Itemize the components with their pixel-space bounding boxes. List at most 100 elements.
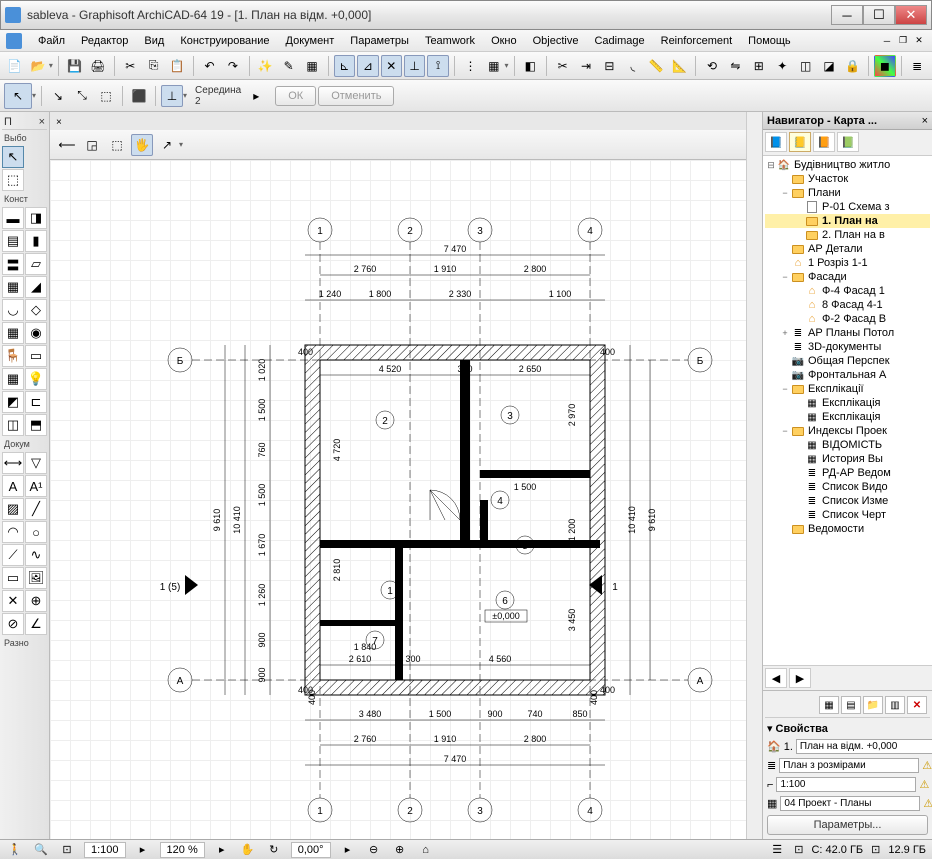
angle-dim-tool[interactable]: ∠ <box>25 613 47 635</box>
props-collapse-icon[interactable]: ▾ <box>767 722 773 735</box>
prop-scale-input[interactable] <box>776 777 916 792</box>
sb-pan-icon[interactable]: ✋ <box>239 842 257 858</box>
tree-item[interactable]: −Фасади <box>765 270 930 284</box>
fill-tool[interactable]: ▨ <box>2 498 24 520</box>
prop-1-icon[interactable]: ▦ <box>819 696 839 714</box>
tree-item[interactable]: ▦ВІДОМІСТЬ <box>765 438 930 452</box>
prop-delete-icon[interactable]: ✕ <box>907 696 927 714</box>
sb-zoom-icon[interactable]: 🔍 <box>32 842 50 858</box>
status-zoom[interactable]: 120 % <box>160 842 205 858</box>
snap-opt-icon[interactable]: ⋮ <box>460 55 481 77</box>
ok-button[interactable]: ОК <box>275 86 316 106</box>
prop-name-input[interactable] <box>796 739 932 754</box>
arrow-mode-icon[interactable]: ↖ <box>4 83 32 109</box>
beam-tool[interactable]: 〓 <box>2 253 24 275</box>
text-tool[interactable]: A <box>2 475 24 497</box>
figure-tool[interactable]: 🖼 <box>25 567 47 589</box>
print-icon[interactable]: 🖨 <box>87 55 108 77</box>
navigator-tree[interactable]: ⊟🏠 Будівництво житло Участок−ПланиР-01 С… <box>763 156 932 665</box>
door-tool[interactable]: ◨ <box>25 207 47 229</box>
dimension-tool[interactable]: ⟷ <box>2 452 24 474</box>
menu-cadimage[interactable]: Cadimage <box>586 32 652 50</box>
menu-objective[interactable]: Objective <box>525 32 587 50</box>
tree-item[interactable]: ▦Експлікація <box>765 396 930 410</box>
tree-left-icon[interactable]: ◀ <box>765 668 787 688</box>
geom-2-icon[interactable]: ⤡ <box>71 85 93 107</box>
curtain-tool[interactable]: ▦ <box>2 322 24 344</box>
color-icon[interactable]: ◼ <box>874 55 895 77</box>
tree-item[interactable]: АР Детали <box>765 242 930 256</box>
ungroup-icon[interactable]: ◪ <box>818 55 839 77</box>
open-icon[interactable]: 📂 <box>27 55 48 77</box>
sb-fit-icon[interactable]: ⊡ <box>58 842 76 858</box>
vb-5-icon[interactable]: ↗ <box>156 134 178 156</box>
sb-home-icon[interactable]: ⌂ <box>417 842 435 858</box>
tree-item[interactable]: −Индексы Проек <box>765 424 930 438</box>
fillet-icon[interactable]: ◟ <box>622 55 643 77</box>
explode-icon[interactable]: ✦ <box>772 55 793 77</box>
rotate-icon[interactable]: ⟲ <box>701 55 722 77</box>
snap-5-icon[interactable]: ⟟ <box>427 55 448 77</box>
dock-close-icon[interactable]: × <box>39 116 45 128</box>
tree-item[interactable]: ⌂Ф-4 Фасад 1 <box>765 284 930 298</box>
zone-tool[interactable]: ▭ <box>25 345 47 367</box>
construct-mode-icon[interactable]: ⊥ <box>161 85 183 107</box>
snap-3-icon[interactable]: ✕ <box>381 55 402 77</box>
line-tool[interactable]: ╱ <box>25 498 47 520</box>
hotspot-tool[interactable]: ✕ <box>2 590 24 612</box>
prop-4-icon[interactable]: ▥ <box>885 696 905 714</box>
save-icon[interactable]: 💾 <box>64 55 85 77</box>
cut-icon[interactable]: ✂ <box>120 55 141 77</box>
canvas[interactable]: 1 2 3 4 1 2 3 4 Б Б <box>50 160 746 839</box>
tree-item[interactable]: ⌂8 Фасад 4-1 <box>765 298 930 312</box>
snap-2-icon[interactable]: ⊿ <box>357 55 378 77</box>
menu-construct[interactable]: Конструирование <box>172 32 277 50</box>
trim-icon[interactable]: ✂ <box>552 55 573 77</box>
status-scale[interactable]: 1:100 <box>84 842 126 858</box>
nav-publisher-icon[interactable]: 📗 <box>837 132 859 152</box>
grid-tool[interactable]: ⊕ <box>25 590 47 612</box>
vertical-scrollbar[interactable] <box>746 112 762 839</box>
tree-item[interactable]: +≣АР Планы Потол <box>765 326 930 340</box>
menu-window[interactable]: Окно <box>483 32 525 50</box>
arc-tool[interactable]: ◠ <box>2 521 24 543</box>
tree-item[interactable]: ≣Список Изме <box>765 494 930 508</box>
wall-tool[interactable]: ▬ <box>2 207 24 229</box>
new-icon[interactable]: 📄 <box>4 55 25 77</box>
column-tool[interactable]: ▮ <box>25 230 47 252</box>
nav-layouts-icon[interactable]: 📙 <box>813 132 835 152</box>
tree-item[interactable]: ▦История Вы <box>765 452 930 466</box>
tree-item[interactable]: 📷Фронтальная А <box>765 368 930 382</box>
polyline-tool[interactable]: ⟋ <box>2 544 24 566</box>
label-tool[interactable]: A¹ <box>25 475 47 497</box>
marquee-icon[interactable]: ⬛ <box>128 85 150 107</box>
skylight-tool[interactable]: ◇ <box>25 299 47 321</box>
mirror-icon[interactable]: ⇋ <box>725 55 746 77</box>
menu-editor[interactable]: Редактор <box>73 32 136 50</box>
tree-item[interactable]: ⌂1 Розріз 1-1 <box>765 256 930 270</box>
tree-item[interactable]: ▦Експлікація <box>765 410 930 424</box>
undo-icon[interactable]: ↶ <box>199 55 220 77</box>
tree-item[interactable]: Участок <box>765 172 930 186</box>
drawing-tool[interactable]: ▭ <box>2 567 24 589</box>
redo-icon[interactable]: ↷ <box>222 55 243 77</box>
sb-task-icon[interactable]: ☰ <box>768 842 786 858</box>
copy-icon[interactable]: ⎘ <box>143 55 164 77</box>
mdi-restore[interactable]: ❐ <box>896 34 910 48</box>
elevation-tool[interactable]: ⬒ <box>25 414 47 436</box>
grid-snap-icon[interactable]: ▦ <box>483 55 504 77</box>
status-angle[interactable]: 0,00° <box>291 842 331 858</box>
tree-item[interactable]: 2. План на в <box>765 228 930 242</box>
morph-tool[interactable]: ◉ <box>25 322 47 344</box>
lock-icon[interactable]: 🔒 <box>842 55 863 77</box>
tree-item[interactable]: ≣Список Черт <box>765 508 930 522</box>
marquee-tool[interactable]: ⬚ <box>2 169 24 191</box>
spline-tool[interactable]: ∿ <box>25 544 47 566</box>
pen-icon[interactable]: ✎ <box>278 55 299 77</box>
vb-1-icon[interactable]: ⟵ <box>56 134 78 156</box>
navigator-close-icon[interactable]: × <box>922 115 928 127</box>
tree-item[interactable]: −Експлікації <box>765 382 930 396</box>
sb-walk-icon[interactable]: 🚶 <box>6 842 24 858</box>
sb-orient-icon[interactable]: ↻ <box>265 842 283 858</box>
minimize-button[interactable]: ─ <box>831 5 863 25</box>
